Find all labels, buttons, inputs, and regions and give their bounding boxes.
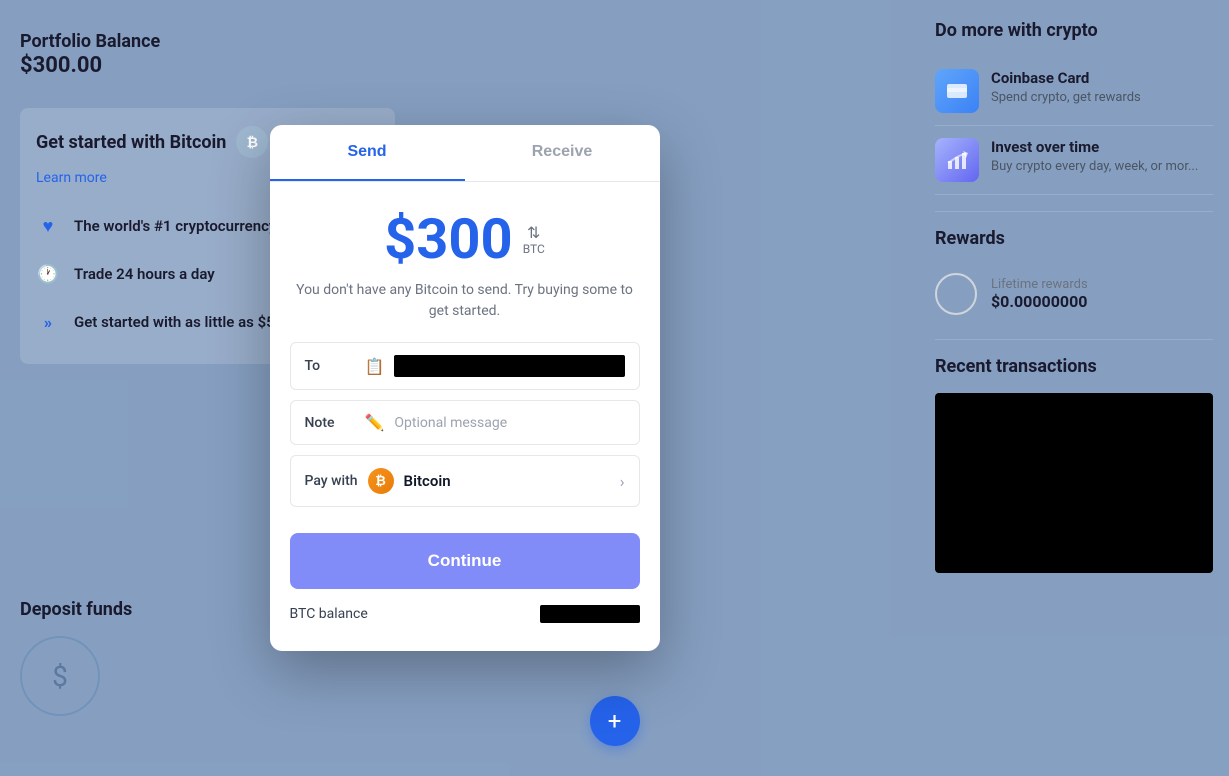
- swap-arrows-icon: ⇅: [527, 223, 540, 242]
- amount-display: $300 ⇅ BTC: [290, 206, 640, 272]
- modal-tabs: Send Receive: [270, 125, 660, 182]
- pay-with-label: Pay with: [305, 473, 358, 489]
- chevron-right-icon: ›: [620, 472, 625, 491]
- continue-button[interactable]: Continue: [290, 533, 640, 589]
- btc-balance-row: BTC balance: [270, 605, 660, 631]
- bitcoin-pay-icon: ₿: [368, 468, 394, 494]
- note-placeholder: Optional message: [394, 415, 507, 431]
- no-balance-text: You don't have any Bitcoin to send. Try …: [290, 280, 640, 322]
- payment-method-name: Bitcoin: [404, 472, 451, 490]
- amount-value[interactable]: $300: [384, 206, 513, 272]
- modal-body: $300 ⇅ BTC You don't have any Bitcoin to…: [270, 182, 660, 533]
- receive-tab[interactable]: Receive: [465, 125, 660, 181]
- modal-overlay: Send Receive $300 ⇅ BTC You don't have a…: [0, 0, 1229, 776]
- payment-method-display: ₿ Bitcoin ›: [368, 468, 625, 494]
- pencil-icon: ✏️: [365, 413, 385, 432]
- send-tab[interactable]: Send: [270, 125, 465, 181]
- to-input[interactable]: [394, 355, 624, 377]
- note-label: Note: [305, 415, 355, 431]
- to-field-row: To 📋: [290, 342, 640, 390]
- note-field-row[interactable]: Note ✏️ Optional message: [290, 400, 640, 445]
- currency-toggle[interactable]: ⇅ BTC: [523, 223, 545, 256]
- currency-label: BTC: [523, 242, 545, 256]
- btc-balance-label: BTC balance: [290, 606, 368, 622]
- pay-with-row[interactable]: Pay with ₿ Bitcoin ›: [290, 455, 640, 507]
- send-receive-modal: Send Receive $300 ⇅ BTC You don't have a…: [270, 125, 660, 651]
- address-book-icon: 📋: [365, 357, 385, 376]
- btc-balance-value: [540, 605, 640, 623]
- to-label: To: [305, 358, 355, 374]
